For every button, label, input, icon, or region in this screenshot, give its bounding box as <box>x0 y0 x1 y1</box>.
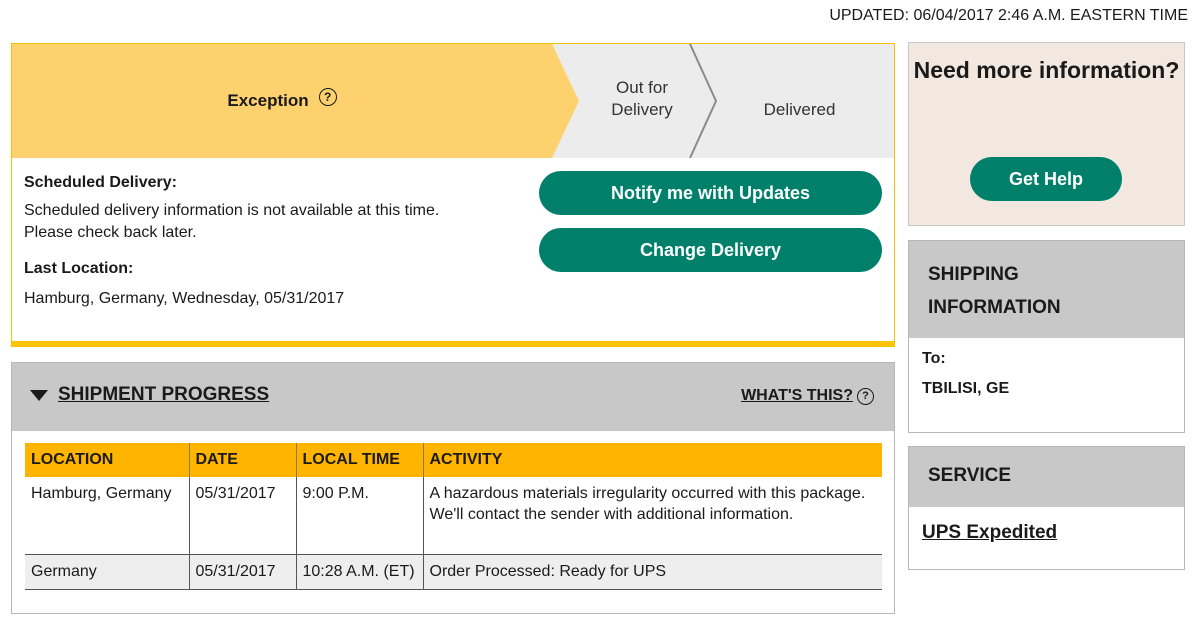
table-row: Germany 05/31/2017 10:28 A.M. (ET) Order… <box>25 553 882 590</box>
col-local-time: LOCAL TIME <box>295 443 423 477</box>
cell-location: Hamburg, Germany <box>25 477 189 554</box>
help-icon[interactable]: ? <box>318 88 337 106</box>
last-updated-text: UPDATED: 06/04/2017 2:46 A.M. EASTERN TI… <box>829 7 1188 24</box>
whats-this-label: WHAT'S THIS? <box>741 387 853 404</box>
need-help-box: Need more information? Get Help <box>908 42 1185 226</box>
cell-activity: A hazardous materials irregularity occur… <box>422 477 882 554</box>
step-exception: Exception ? <box>12 44 552 158</box>
table-header-row: LOCATION DATE LOCAL TIME ACTIVITY <box>25 443 882 477</box>
ship-to-label: To: <box>922 350 946 367</box>
scheduled-delivery-text-2: Please check back later. <box>24 224 197 241</box>
shipment-progress-toggle[interactable]: SHIPMENT PROGRESS <box>30 384 269 406</box>
shipment-progress-title: SHIPMENT PROGRESS <box>58 384 270 405</box>
shipment-progress-table: LOCATION DATE LOCAL TIME ACTIVITY Hambur… <box>25 443 882 590</box>
delivery-info: Scheduled Delivery: Scheduled delivery i… <box>24 172 439 310</box>
progress-stepper: Exception ? Out for Delivery Delivered <box>12 44 894 158</box>
question-circle-icon: ? <box>857 387 874 405</box>
last-location-text: Hamburg, Germany, Wednesday, 05/31/2017 <box>24 290 345 307</box>
step-out-for-delivery: Out for Delivery <box>577 77 707 121</box>
service-header: SERVICE <box>909 447 1184 507</box>
step-exception-label: Exception <box>227 91 309 110</box>
shipping-info-header: SHIPPING INFORMATION <box>909 241 1184 338</box>
cell-date: 05/31/2017 <box>188 553 296 590</box>
get-help-button[interactable]: Get Help <box>970 157 1122 201</box>
step-delivered: Delivered <box>763 100 836 119</box>
col-activity: ACTIVITY <box>422 443 882 477</box>
service-box: SERVICE UPS Expedited <box>908 446 1185 570</box>
cell-time: 9:00 P.M. <box>295 477 423 554</box>
cell-time: 10:28 A.M. (ET) <box>295 553 423 590</box>
whats-this-link[interactable]: WHAT'S THIS? ? <box>741 387 874 405</box>
col-date: DATE <box>188 443 296 477</box>
cell-date: 05/31/2017 <box>188 477 296 554</box>
need-help-title: Need more information? <box>913 57 1180 83</box>
shipment-progress-header: SHIPMENT PROGRESS WHAT'S THIS? ? <box>12 363 894 431</box>
shipping-info-box: SHIPPING INFORMATION To: TBILISI, GE <box>908 240 1185 433</box>
shipping-info-title: SHIPPING INFORMATION <box>928 264 1061 318</box>
last-location-heading: Last Location: <box>24 260 134 277</box>
step-out-for-delivery-label: Out for Delivery <box>611 78 673 119</box>
notify-updates-button[interactable]: Notify me with Updates <box>539 171 882 215</box>
scheduled-delivery-text-1: Scheduled delivery information is not av… <box>24 202 440 219</box>
table-row: Hamburg, Germany 05/31/2017 9:00 P.M. A … <box>25 477 882 554</box>
col-location: LOCATION <box>25 443 189 477</box>
cell-location: Germany <box>25 553 189 590</box>
service-title: SERVICE <box>928 465 1012 486</box>
scheduled-delivery-heading: Scheduled Delivery: <box>24 174 177 191</box>
triangle-down-icon <box>30 389 48 401</box>
shipment-progress-panel: SHIPMENT PROGRESS WHAT'S THIS? ? LOCATIO… <box>11 362 895 614</box>
cell-activity: Order Processed: Ready for UPS <box>422 553 882 590</box>
ship-destination: TBILISI, GE <box>922 380 1010 397</box>
tracking-status-panel: Exception ? Out for Delivery Delivered S… <box>11 43 895 347</box>
change-delivery-button[interactable]: Change Delivery <box>539 228 882 272</box>
service-type-link[interactable]: UPS Expedited <box>922 522 1057 544</box>
